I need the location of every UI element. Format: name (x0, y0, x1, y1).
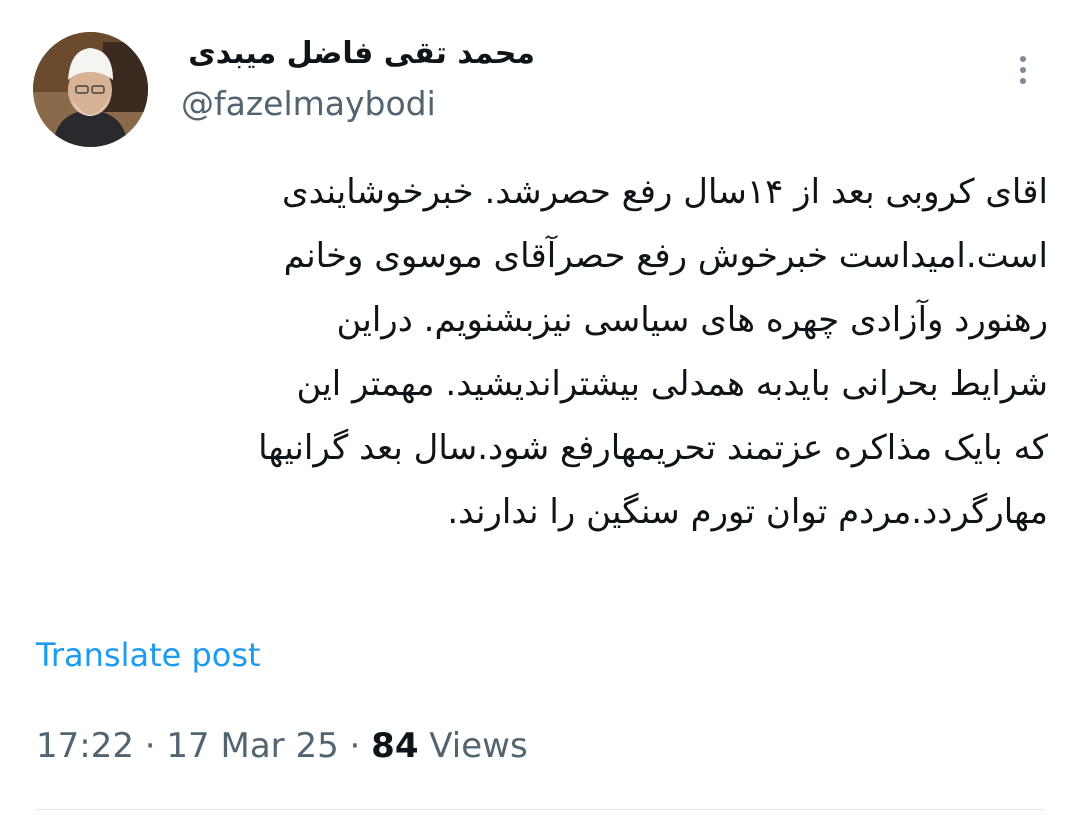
post-meta: 17:22 · 17 Mar 25 · 84 Views (36, 726, 528, 766)
avatar-image (33, 32, 148, 147)
post-text-line: که بایک مذاکره عزتمند تحریمهارفع شود.سال… (258, 428, 1048, 468)
author-handle[interactable]: @fazelmaybodi (181, 84, 436, 123)
post-text-line: رهنورد وآزادی چهره های سیاسی نیزبشنویم. … (336, 300, 1048, 340)
post-date[interactable]: 17 Mar 25 (166, 726, 338, 766)
more-vertical-icon (1020, 56, 1026, 84)
meta-separator: · (349, 726, 361, 766)
views-label: Views (429, 726, 528, 766)
avatar[interactable] (33, 32, 148, 147)
post-text-line: مهارگردد.مردم توان تورم سنگین را ندارند. (447, 492, 1048, 532)
post-text-line: اقای کروبی بعد از ۱۴سال رفع حصرشد. خبرخو… (282, 172, 1048, 212)
post-time[interactable]: 17:22 (36, 726, 134, 766)
more-options-button[interactable] (1008, 50, 1038, 90)
post-text-line: است.امیداست خبرخوش رفع حصرآقای موسوی وخا… (283, 236, 1048, 276)
views-count: 84 (371, 726, 419, 766)
post-text-line: شرایط بحرانی بایدبه همدلی بیشتراندیشید. … (296, 364, 1048, 404)
tweet: محمد تقی فاضل میبدی @fazelmaybodi اقای ک… (0, 0, 1080, 816)
author-display-name[interactable]: محمد تقی فاضل میبدی (188, 36, 535, 71)
divider (36, 809, 1044, 810)
meta-separator: · (144, 726, 156, 766)
translate-post-link[interactable]: Translate post (36, 636, 261, 674)
post-text: اقای کروبی بعد از ۱۴سال رفع حصرشد. خبرخو… (28, 160, 1048, 544)
